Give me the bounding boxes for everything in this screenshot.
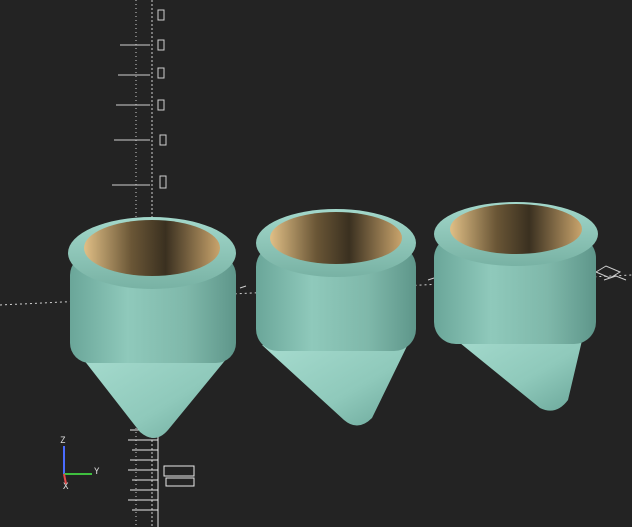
3d-viewport[interactable]: Z Y X (0, 0, 632, 527)
funnel-cup-left[interactable] (68, 217, 236, 439)
funnel-cup-right[interactable] (434, 202, 598, 411)
z-axis-label: Z (60, 436, 66, 446)
axis-orientation-indicator: Z Y X (56, 436, 106, 494)
y-axis-label: Y (94, 467, 100, 477)
x-axis-label: X (63, 482, 69, 492)
funnel-cup-middle[interactable] (256, 209, 416, 426)
